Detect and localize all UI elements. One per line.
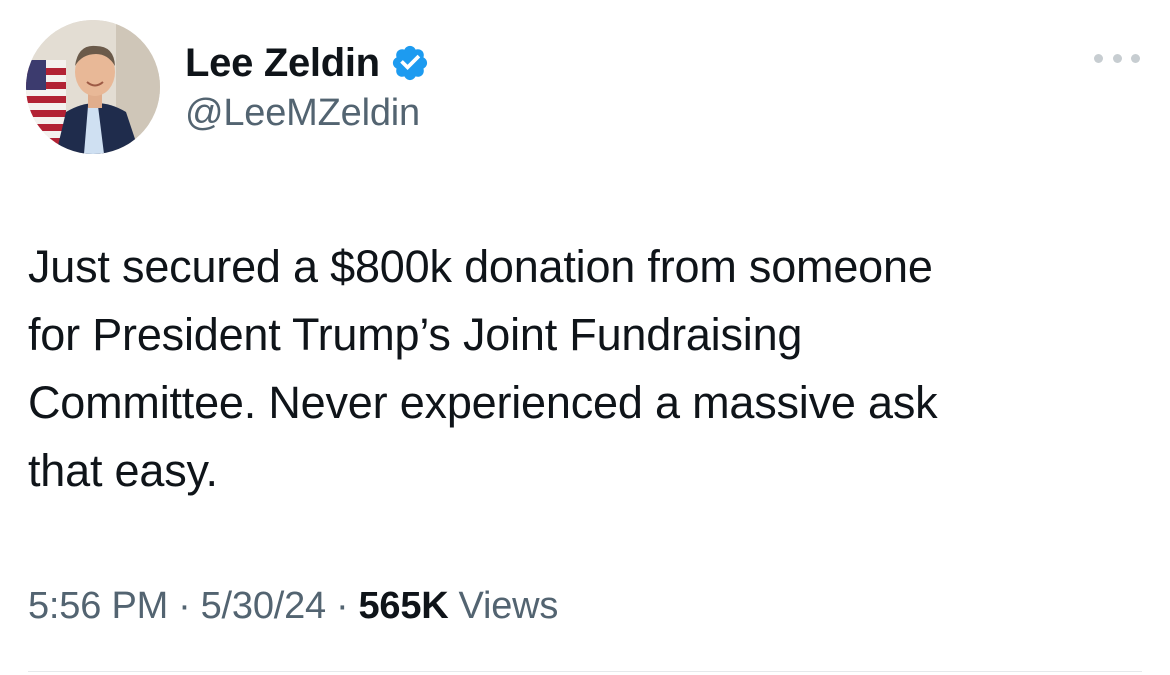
author-handle[interactable]: @LeeMZeldin (185, 92, 420, 135)
author-display-name[interactable]: Lee Zeldin (185, 41, 380, 86)
divider (28, 671, 1142, 672)
views-label: Views (458, 585, 559, 627)
tweet-meta: 5:56 PM · 5/30/24 · 565K Views (28, 585, 558, 628)
tweet-card: Lee Zeldin @LeeMZeldin Just secured a $8… (0, 0, 1170, 675)
separator: · (178, 585, 191, 627)
dot (1094, 53, 1103, 63)
avatar[interactable] (26, 20, 160, 154)
tweet-text: Just secured a $800k donation from someo… (28, 241, 938, 496)
views-count[interactable]: 565K (358, 585, 448, 628)
more-options-icon[interactable] (1094, 48, 1140, 68)
tweet-time[interactable]: 5:56 PM (28, 585, 168, 628)
separator: · (335, 585, 349, 627)
dot (1131, 53, 1140, 63)
author-name-row: Lee Zeldin (185, 38, 430, 88)
dot (1112, 53, 1122, 63)
tweet-date[interactable]: 5/30/24 (201, 585, 327, 628)
verified-badge-icon[interactable] (390, 43, 430, 83)
